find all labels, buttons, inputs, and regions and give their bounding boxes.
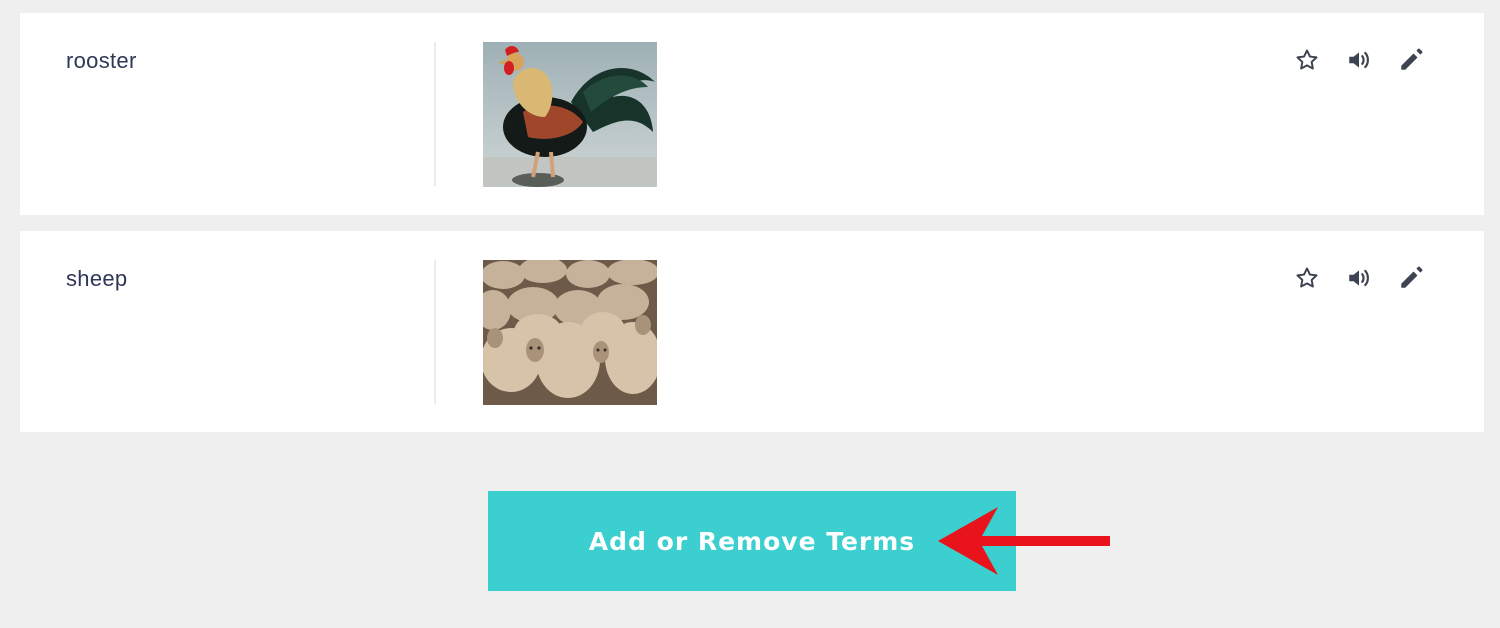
annotation-arrow-icon [938, 507, 1110, 575]
term-actions [1292, 263, 1432, 295]
term-actions [1292, 45, 1432, 77]
pencil-icon [1401, 48, 1423, 70]
star-button[interactable] [1292, 263, 1322, 293]
speaker-icon [1349, 51, 1369, 69]
speaker-icon [1349, 269, 1369, 287]
audio-button[interactable] [1344, 45, 1374, 75]
audio-button[interactable] [1344, 263, 1374, 293]
edit-button[interactable] [1396, 263, 1426, 293]
edit-button[interactable] [1396, 45, 1426, 75]
term-card-sheep: sheep [20, 231, 1484, 432]
column-divider [434, 260, 436, 404]
column-divider [434, 42, 436, 186]
star-icon [1296, 49, 1318, 70]
term-text: rooster [66, 48, 137, 73]
term-text: sheep [66, 266, 128, 291]
star-button[interactable] [1292, 45, 1322, 75]
term-card-rooster: rooster [20, 13, 1484, 215]
term-image-sheep [483, 260, 657, 405]
pencil-icon [1401, 266, 1423, 288]
star-icon [1296, 267, 1318, 288]
term-image-rooster [483, 42, 657, 187]
